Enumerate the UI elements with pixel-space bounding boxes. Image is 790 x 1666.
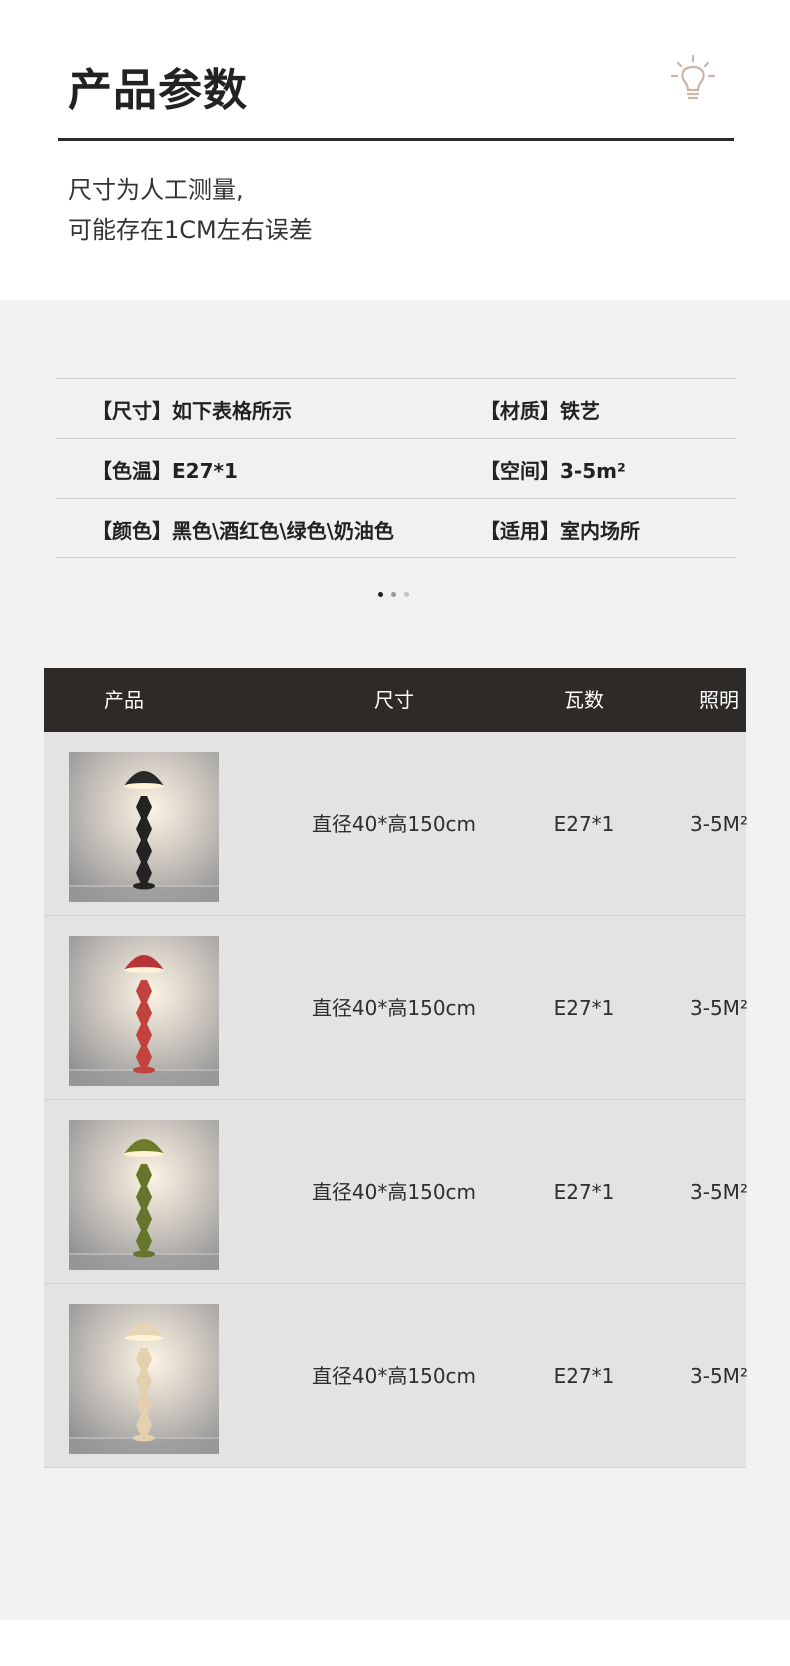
spec-key: 【空间】 (480, 459, 560, 483)
spec-key: 【适用】 (480, 519, 560, 543)
spec-list: 【尺寸】如下表格所示 【材质】铁艺 【色温】E27*1 【空间】3-5m² 【颜… (56, 378, 736, 558)
table-header: 产品 尺寸 瓦数 照明 (44, 668, 746, 732)
product-image (69, 752, 219, 902)
bulb-icon (668, 54, 718, 104)
product-image (69, 1120, 219, 1270)
note-line-1: 尺寸为人工测量, (68, 176, 244, 204)
spec-row: 【色温】E27*1 【空间】3-5m² (56, 438, 736, 498)
title-divider (58, 138, 734, 141)
spec-row: 【颜色】黑色\酒红色\绿色\奶油色 【适用】室内场所 (56, 498, 736, 558)
spec-value: E27*1 (172, 459, 238, 483)
carousel-dots (378, 592, 409, 597)
area-cell: 3-5M² (690, 1180, 748, 1204)
header-area: 照明 (699, 688, 739, 712)
spec-key: 【色温】 (92, 459, 172, 483)
measurement-note: 尺寸为人工测量, 可能存在1CM左右误差 (68, 170, 313, 250)
table-row: 直径40*高150cm E27*1 3-5M² (44, 1100, 748, 1284)
spec-value: 如下表格所示 (172, 399, 292, 423)
table-row: 直径40*高150cm E27*1 3-5M² (44, 916, 748, 1100)
page-footer (0, 1620, 790, 1666)
lamp-illustration (69, 1120, 219, 1270)
area-cell: 3-5M² (690, 812, 748, 836)
area-cell: 3-5M² (690, 1364, 748, 1388)
carousel-dot[interactable] (404, 592, 409, 597)
carousel-dot[interactable] (378, 592, 383, 597)
table-row: 直径40*高150cm E27*1 3-5M² (44, 1284, 748, 1468)
spec-key: 【材质】 (480, 399, 560, 423)
lamp-illustration (69, 1304, 219, 1454)
lamp-illustration (69, 752, 219, 902)
header-size: 尺寸 (374, 688, 414, 712)
size-cell: 直径40*高150cm (311, 1364, 477, 1388)
header-section: 产品参数 尺寸为人工测量, 可能存在1CM左右误差 (0, 0, 790, 300)
carousel-dot[interactable] (391, 592, 396, 597)
spec-key: 【颜色】 (92, 519, 172, 543)
product-image (69, 1304, 219, 1454)
size-cell: 直径40*高150cm (311, 1180, 477, 1204)
lamp-illustration (69, 936, 219, 1086)
size-cell: 直径40*高150cm (311, 996, 477, 1020)
page-title: 产品参数 (68, 65, 248, 116)
spec-value: 室内场所 (560, 519, 640, 543)
product-image (69, 936, 219, 1086)
spec-value: 黑色\酒红色\绿色\奶油色 (172, 519, 394, 543)
spec-value: 3-5m² (560, 459, 626, 483)
table-row: 直径40*高150cm E27*1 3-5M² (44, 732, 748, 916)
size-cell: 直径40*高150cm (311, 812, 477, 836)
product-table: 产品 尺寸 瓦数 照明 直径40*高150cm E27*1 3-5M² 直径40… (44, 668, 748, 1468)
spec-key: 【尺寸】 (92, 399, 172, 423)
header-product: 产品 (104, 688, 144, 712)
spec-row: 【尺寸】如下表格所示 【材质】铁艺 (56, 378, 736, 438)
area-cell: 3-5M² (690, 996, 748, 1020)
spec-value: 铁艺 (560, 399, 600, 423)
note-line-2: 可能存在1CM左右误差 (68, 216, 313, 244)
